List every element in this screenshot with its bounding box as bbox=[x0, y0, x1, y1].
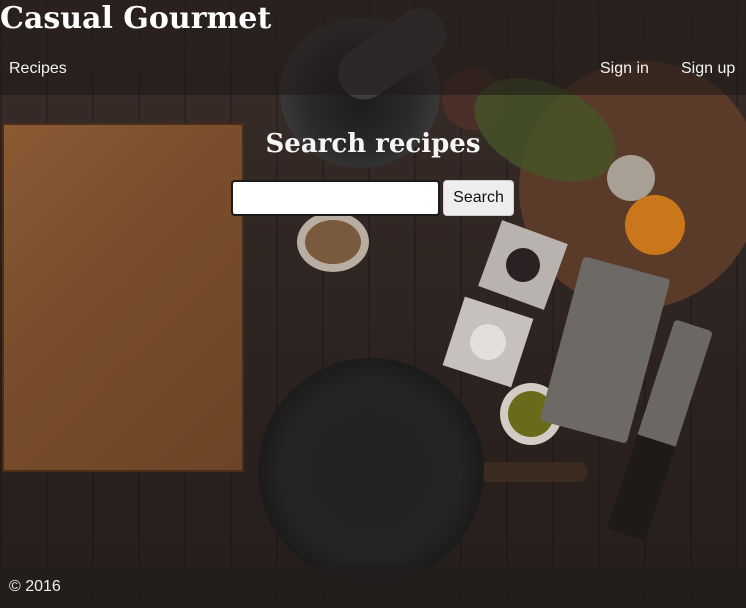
nav-sign-up-link[interactable]: Sign up bbox=[681, 58, 735, 80]
nav-sign-in-link[interactable]: Sign in bbox=[600, 58, 649, 80]
orange-image bbox=[625, 195, 685, 255]
cutting-board-image bbox=[2, 123, 244, 472]
site-header: Casual Gourmet Recipes Sign in Sign up bbox=[0, 0, 746, 95]
pan-handle-image bbox=[478, 462, 588, 482]
skillet-image bbox=[258, 358, 484, 584]
search-heading: Search recipes bbox=[265, 129, 481, 159]
search-input[interactable] bbox=[231, 180, 440, 216]
search-button[interactable]: Search bbox=[443, 180, 514, 216]
site-footer: © 2016 bbox=[0, 564, 746, 608]
spice-bowl-image bbox=[297, 212, 369, 272]
nav-recipes-link[interactable]: Recipes bbox=[9, 58, 67, 80]
salt-dish-image bbox=[442, 296, 534, 388]
brand-title[interactable]: Casual Gourmet bbox=[0, 0, 271, 38]
copyright-text: © 2016 bbox=[9, 578, 61, 595]
